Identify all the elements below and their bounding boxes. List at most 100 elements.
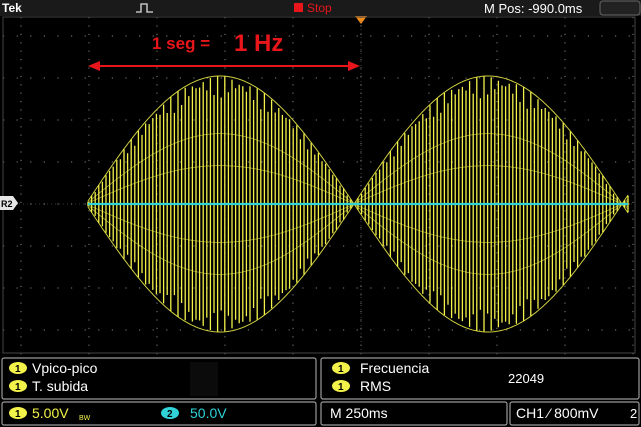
grid-dot: [428, 327, 430, 329]
grid-dot: [156, 344, 158, 346]
grid-dot: [428, 33, 430, 35]
meas-label-rise: T. subida: [32, 378, 88, 394]
grid-dot: [57, 203, 59, 205]
grid-dot: [496, 185, 498, 187]
grid-dot: [57, 245, 59, 247]
grid-dot: [632, 285, 634, 287]
grid-dot: [564, 67, 566, 69]
grid-dot: [428, 75, 430, 77]
grid-dot: [383, 119, 385, 121]
grid-dot: [292, 50, 294, 52]
grid-dot: [315, 287, 317, 289]
grid-dot: [615, 77, 617, 79]
grid-dot: [20, 33, 22, 35]
grid-dot: [564, 311, 566, 313]
grid-dot: [224, 25, 226, 27]
grid-dot: [428, 84, 430, 86]
measurement-panel-right[interactable]: 1 Frecuencia 1 RMS 22049: [320, 357, 640, 400]
grid-dot: [411, 35, 413, 37]
grid-dot: [411, 119, 413, 121]
grid-dot: [88, 227, 90, 229]
grid-dot: [628, 329, 630, 331]
grid-dot: [125, 161, 127, 163]
grid-dot: [632, 176, 634, 178]
grid-dot: [496, 235, 498, 237]
grid-dot: [496, 294, 498, 296]
run-state-label: Stop: [307, 1, 332, 15]
grid-dot: [492, 287, 494, 289]
grid-dot: [533, 329, 535, 331]
grid-dot: [428, 344, 430, 346]
grid-dot: [88, 302, 90, 304]
grid-dot: [564, 218, 566, 220]
grid-dot: [98, 35, 100, 37]
grid-dot: [156, 59, 158, 61]
grid-dot: [111, 287, 113, 289]
grid-dot: [302, 329, 304, 331]
grid-dot: [88, 243, 90, 245]
grid-dot: [533, 35, 535, 37]
grid-dot: [20, 294, 22, 296]
grid-dot: [288, 77, 290, 79]
grid-dot: [383, 35, 385, 37]
meas-label-rms: RMS: [360, 378, 391, 394]
grid-dot: [360, 302, 362, 304]
grid-dot: [88, 75, 90, 77]
grid-dot: [547, 119, 549, 121]
grid-dot: [632, 294, 634, 296]
grid-dot: [20, 143, 22, 145]
grid-dot: [397, 119, 399, 121]
grid-dot: [370, 287, 372, 289]
grid-dot: [428, 311, 430, 313]
grid-dot: [424, 161, 426, 163]
grid-dot: [329, 329, 331, 331]
grid-dot: [20, 126, 22, 128]
grid-dot: [587, 287, 589, 289]
grid-dot: [632, 201, 634, 203]
grid-dot: [496, 109, 498, 111]
grid-dot: [156, 25, 158, 27]
grid-dot: [88, 185, 90, 187]
measurement-panel-left[interactable]: 1 Vpico-pico 1 T. subida: [1, 357, 317, 400]
grid-dot: [383, 161, 385, 163]
menu-button[interactable]: [599, 0, 641, 16]
grid-dot: [43, 245, 45, 247]
grid-dot: [383, 287, 385, 289]
grid-dot: [247, 287, 249, 289]
grid-dot: [88, 269, 90, 271]
grid-dot: [564, 42, 566, 44]
grid-dot: [179, 161, 181, 163]
grid-dot: [292, 319, 294, 321]
grid-dot: [424, 35, 426, 37]
grid-dot: [88, 218, 90, 220]
grid-dot: [574, 77, 576, 79]
grid-dot: [292, 101, 294, 103]
grid-dot: [496, 50, 498, 52]
meas-label-vpp: Vpico-pico: [32, 360, 98, 376]
grid-dot: [224, 50, 226, 52]
grid-dot: [88, 235, 90, 237]
grid-dot: [20, 109, 22, 111]
grid-dot: [88, 143, 90, 145]
grid-dot: [329, 35, 331, 37]
grid-dot: [329, 77, 331, 79]
grid-dot: [632, 25, 634, 27]
grid-dot: [30, 77, 32, 79]
grid-dot: [57, 287, 59, 289]
grid-dot: [111, 119, 113, 121]
grid-dot: [329, 287, 331, 289]
meas-channel: 1: [15, 364, 21, 375]
grid-dot: [564, 50, 566, 52]
grid-dot: [261, 161, 263, 163]
grid-dot: [438, 77, 440, 79]
grid-dot: [506, 287, 508, 289]
grid-dot: [43, 119, 45, 121]
grid-dot: [156, 75, 158, 77]
grid-dot: [292, 67, 294, 69]
grid-dot: [492, 77, 494, 79]
grid-dot: [152, 77, 154, 79]
grid-dot: [71, 329, 73, 331]
grid-dot: [547, 329, 549, 331]
grid-dot: [315, 77, 317, 79]
grid-dot: [496, 25, 498, 27]
